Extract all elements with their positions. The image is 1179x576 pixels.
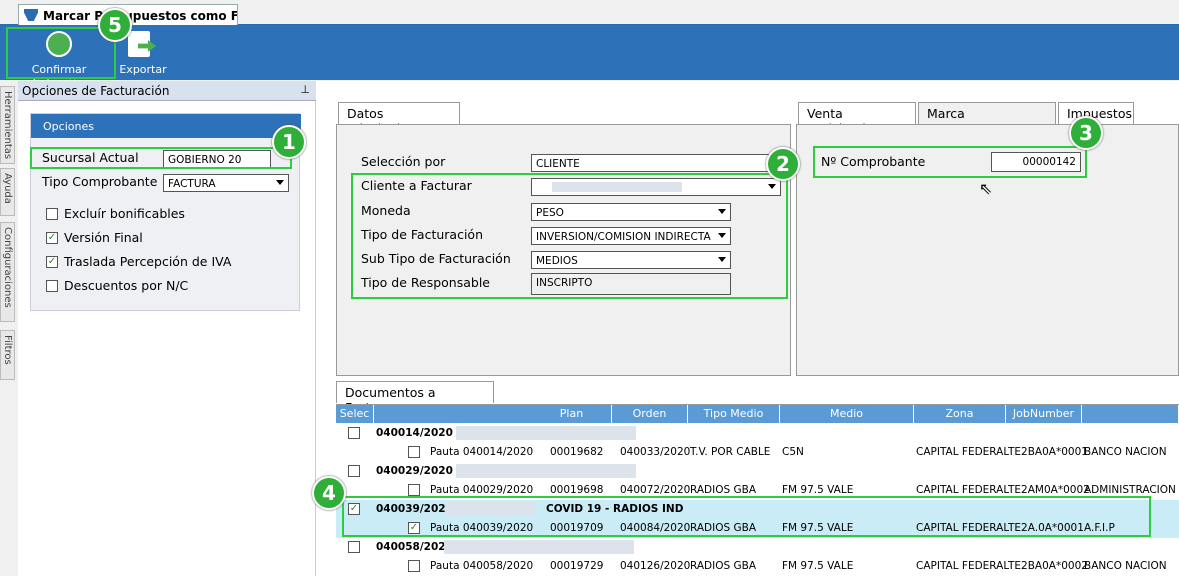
annotation-box-4 <box>342 496 1151 537</box>
col-header-medio[interactable]: Medio <box>780 405 914 423</box>
row-checkbox[interactable] <box>408 484 420 496</box>
ribbon-toolbar: Confirmar Selección Exportar <box>0 25 1179 89</box>
row-checkbox[interactable] <box>348 427 360 439</box>
cell-plan: 00019682 <box>550 446 604 458</box>
redacted-text <box>444 540 634 554</box>
document-tab-title: Marcar Presupuestos como Factu... <box>43 9 238 23</box>
tab-datos-principales[interactable]: Datos Principales <box>338 102 460 136</box>
col-header-jobnumber[interactable]: JobNumber <box>1006 405 1082 423</box>
options-panel-title: Opciones de Facturación <box>22 84 170 98</box>
tipo-comprobante-select[interactable]: FACTURA <box>163 174 289 192</box>
row-checkbox[interactable] <box>348 541 360 553</box>
cell-zona: CAPITAL FEDERAL <box>916 446 1010 458</box>
options-box: Opciones Sucursal Actual GOBIERNO 20 Tip… <box>30 113 301 311</box>
cell-tipo: RADIOS GBA <box>690 484 757 496</box>
cell-medio: FM 97.5 VALE <box>782 484 854 496</box>
options-box-title: Opciones <box>31 114 301 138</box>
col-header-zona[interactable]: Zona <box>914 405 1006 423</box>
group-id: 040058/2020 <box>376 541 453 553</box>
cell-tipo: T.V. POR CABLE <box>690 446 771 458</box>
annotation-box-5 <box>6 27 116 79</box>
cell-extra: BANCO NACION <box>1084 560 1167 572</box>
group-row[interactable]: 040014/2020 <box>336 424 1179 443</box>
chevron-down-icon <box>276 180 284 185</box>
cell-zona: CAPITAL FEDERAL <box>916 560 1010 572</box>
annotation-badge-3: 3 <box>1069 116 1103 150</box>
app-logo-icon <box>24 9 38 21</box>
cell-plan: 00019729 <box>550 560 604 572</box>
version-final-checkbox[interactable]: ✓ <box>46 232 58 244</box>
cell-extra: ADMINISTRACIÓN N <box>1084 484 1179 496</box>
traslada-iva-label: Traslada Percepción de IVA <box>64 254 232 269</box>
cell-job: TE2AM0A*0002 <box>1008 484 1090 496</box>
cell-zona: CAPITAL FEDERAL <box>916 484 1010 496</box>
table-row[interactable]: Pauta 040058/2020 00019729 040126/2020 R… <box>336 557 1179 574</box>
row-checkbox[interactable] <box>408 560 420 572</box>
cell-orden: 040126/2020 <box>620 560 691 572</box>
side-tab-label: Configuraciones <box>2 227 13 308</box>
annotation-badge-5: 5 <box>98 8 132 42</box>
row-checkbox[interactable] <box>348 465 360 477</box>
documents-grid: Selec Plan Orden Tipo Medio Medio Zona J… <box>336 404 1179 574</box>
tab-venta-anticipada[interactable]: Venta Anticipada <box>798 102 916 136</box>
side-tab-label: Filtros <box>2 335 13 365</box>
export-label: Exportar <box>119 63 167 76</box>
col-header-selec[interactable]: Selec <box>336 405 374 423</box>
row-checkbox[interactable] <box>408 446 420 458</box>
side-tab-configuraciones[interactable]: Configuraciones <box>0 222 15 322</box>
descuentos-nc-label: Descuentos por N/C <box>64 278 189 293</box>
annotation-badge-2: 2 <box>766 147 800 181</box>
group-id: 040029/2020 <box>376 465 453 477</box>
col-header-plan[interactable]: Plan <box>532 405 612 423</box>
excluir-bonificables-checkbox[interactable] <box>46 208 58 220</box>
col-header-extra <box>1082 405 1179 423</box>
redacted-text <box>456 464 636 478</box>
table-row[interactable]: Pauta 040014/2020 00019682 040033/2020 T… <box>336 443 1179 462</box>
annotation-box-1 <box>30 147 292 169</box>
cell-orden: 040072/2020 <box>620 484 691 496</box>
annotation-box-2 <box>351 173 788 299</box>
cell-job: TE2BA0A*0002 <box>1008 560 1088 572</box>
annotation-box-3 <box>813 146 1087 178</box>
cell-medio: C5N <box>782 446 804 458</box>
cell-job: TE2BA0A*0001 <box>1008 446 1088 458</box>
cell-pauta: Pauta 040058/2020 <box>430 560 534 572</box>
cell-pauta: Pauta 040014/2020 <box>430 446 534 458</box>
version-final-label: Versión Final <box>64 230 143 245</box>
tipo-comprobante-value: FACTURA <box>168 178 216 190</box>
side-tab-label: Ayuda <box>2 173 13 204</box>
mouse-cursor-icon: ⇖ <box>979 179 993 198</box>
col-header-tipo-medio[interactable]: Tipo Medio <box>688 405 780 423</box>
cell-plan: 00019698 <box>550 484 604 496</box>
seleccion-label: Selección por <box>361 154 446 169</box>
cell-medio: FM 97.5 VALE <box>782 560 854 572</box>
cell-tipo: RADIOS GBA <box>690 560 757 572</box>
traslada-iva-checkbox[interactable]: ✓ <box>46 256 58 268</box>
group-id: 040014/2020 <box>376 427 453 439</box>
side-tab-filtros[interactable]: Filtros <box>0 330 15 380</box>
pin-icon[interactable]: ⊥ <box>300 83 310 96</box>
cell-orden: 040033/2020 <box>620 446 691 458</box>
redacted-text <box>456 426 636 440</box>
cell-pauta: Pauta 040029/2020 <box>430 484 534 496</box>
group-row[interactable]: 040029/2020 <box>336 462 1179 481</box>
side-tab-label: Herramientas <box>2 91 13 160</box>
seleccion-field[interactable]: CLIENTE <box>531 154 781 172</box>
options-panel-header: Opciones de Facturación ⊥ <box>18 81 316 101</box>
group-row[interactable]: 040058/2020 <box>336 538 1179 557</box>
descuentos-nc-checkbox[interactable] <box>46 280 58 292</box>
annotation-badge-4: 4 <box>312 476 346 510</box>
tipo-comprobante-label: Tipo Comprobante <box>42 174 158 189</box>
cell-extra: BANCO NACION <box>1084 446 1167 458</box>
col-header-orden[interactable]: Orden <box>612 405 688 423</box>
excluir-bonificables-label: Excluír bonificables <box>64 206 185 221</box>
tab-marca-presupuestos[interactable]: Marca Presupuestos <box>918 102 1056 136</box>
side-tab-herramientas[interactable]: Herramientas <box>0 86 15 164</box>
side-tab-ayuda[interactable]: Ayuda <box>0 168 15 216</box>
annotation-badge-1: 1 <box>272 125 306 159</box>
tab-documentos-a-facturar[interactable]: Documentos a Facturar <box>336 381 494 415</box>
